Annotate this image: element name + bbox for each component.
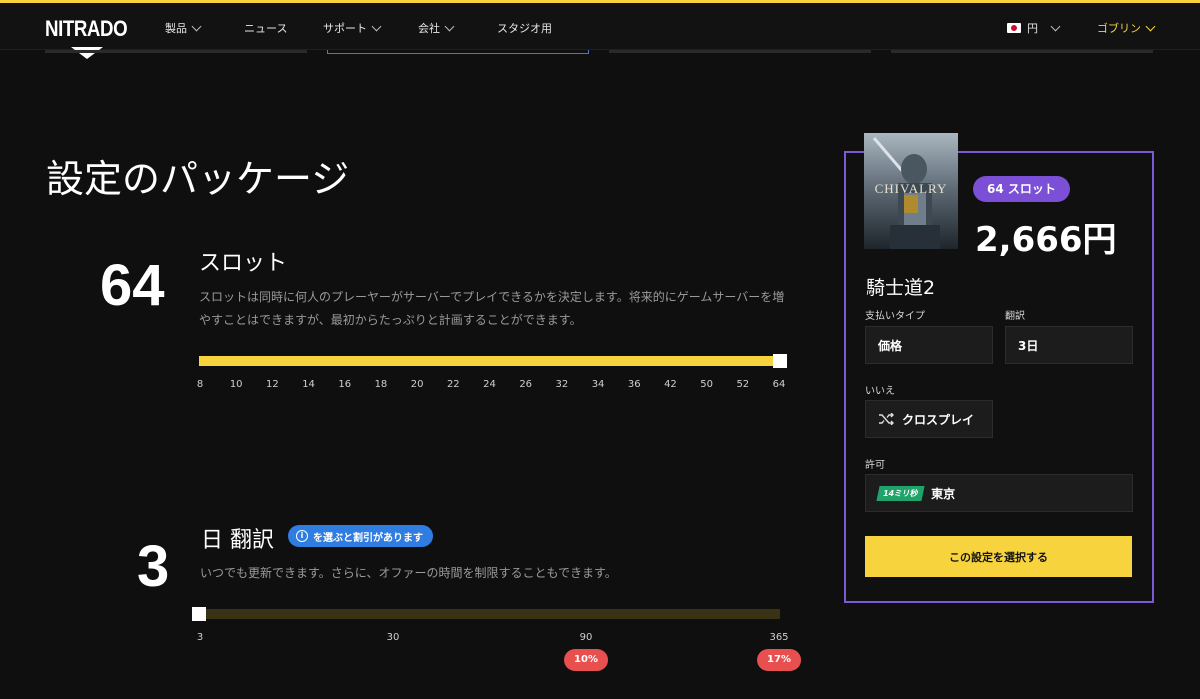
nav-item-support[interactable]: サポート bbox=[323, 20, 382, 36]
nav-item-label: 会社 bbox=[418, 22, 440, 35]
slots-tick-label[interactable]: 24 bbox=[483, 379, 496, 390]
user-name: ゴブリン bbox=[1097, 22, 1141, 35]
days-count-display: 3 bbox=[137, 534, 170, 599]
slot-count-display: 64 bbox=[100, 253, 165, 318]
currency-selector[interactable]: 円 bbox=[1007, 20, 1061, 36]
slots-description: スロットは同時に何人のプレーヤーがサーバーでプレイできるかを決定します。将来的に… bbox=[199, 286, 799, 332]
nitrado-logo[interactable]: NITRADO bbox=[45, 16, 128, 42]
nav-item-label: ニュース bbox=[244, 22, 288, 35]
slots-tick-label[interactable]: 10 bbox=[230, 379, 243, 390]
duration-label: 翻訳 bbox=[1005, 311, 1025, 322]
slots-tick-label[interactable]: 22 bbox=[447, 379, 460, 390]
slots-tick-label[interactable]: 20 bbox=[411, 379, 424, 390]
slots-tick-label[interactable]: 36 bbox=[628, 379, 641, 390]
category-card[interactable] bbox=[891, 50, 1153, 53]
slots-description-line: やすことはできますが、最初からたっぷりと計画することができます。 bbox=[199, 313, 582, 327]
location-value: 東京 bbox=[931, 486, 956, 501]
category-card[interactable] bbox=[609, 50, 871, 53]
slot-count-badge: 64 スロット bbox=[973, 176, 1070, 202]
days-tick-label[interactable]: 365 bbox=[769, 632, 788, 643]
days-slider-track[interactable] bbox=[199, 609, 780, 619]
slots-tick-label[interactable]: 50 bbox=[700, 379, 713, 390]
slots-heading: スロット bbox=[199, 251, 288, 276]
payment-type-label: 支払いタイプ bbox=[865, 311, 925, 322]
days-heading: 日 翻訳 bbox=[201, 528, 274, 553]
slots-slider-track[interactable] bbox=[199, 356, 780, 366]
game-name: 騎士道2 bbox=[866, 277, 936, 299]
days-tick-label[interactable]: 90 bbox=[580, 632, 593, 643]
location-field[interactable]: 14ミリ秒 東京 bbox=[865, 474, 1133, 512]
top-navigation: NITRADO 製品 ニュース サポート 会社 スタジオ用 円 ゴブリン bbox=[0, 3, 1200, 50]
duration-value: 3日 bbox=[1018, 338, 1039, 353]
discount-info-badge[interactable]: i を選ぶと割引があります bbox=[288, 525, 433, 547]
slots-tick-label[interactable]: 14 bbox=[302, 379, 315, 390]
payment-type-field[interactable]: 価格 bbox=[865, 326, 993, 364]
crossplay-label: いいえ bbox=[865, 386, 895, 397]
days-tick-label[interactable]: 3 bbox=[197, 632, 203, 643]
slots-tick-label[interactable]: 16 bbox=[338, 379, 351, 390]
slots-tick-label[interactable]: 8 bbox=[197, 379, 203, 390]
chevron-down-icon bbox=[1050, 21, 1061, 31]
game-cover-image: CHIVALRY bbox=[864, 133, 958, 249]
discount-info-text: を選ぶと割引があります bbox=[313, 532, 423, 544]
chevron-down-icon bbox=[1145, 21, 1156, 31]
page-title: 設定のパッケージ bbox=[46, 157, 350, 201]
crossplay-field[interactable]: クロスプレイ bbox=[865, 400, 993, 438]
category-card-selected[interactable] bbox=[327, 50, 589, 54]
payment-type-value: 価格 bbox=[878, 338, 903, 353]
logo-indicator-caret bbox=[71, 47, 103, 59]
nav-item-label: 製品 bbox=[165, 22, 187, 35]
discount-badge-365: 17% bbox=[757, 649, 801, 671]
user-menu[interactable]: ゴブリン bbox=[1097, 20, 1156, 36]
cover-title-text: CHIVALRY bbox=[874, 181, 948, 196]
duration-field[interactable]: 3日 bbox=[1005, 326, 1133, 364]
crossplay-value: クロスプレイ bbox=[902, 412, 975, 427]
nav-item-label: サポート bbox=[323, 22, 367, 35]
slots-slider-handle[interactable] bbox=[773, 354, 787, 368]
nav-item-label: スタジオ用 bbox=[497, 22, 552, 35]
nav-item-studio[interactable]: スタジオ用 bbox=[497, 20, 552, 36]
days-tick-label[interactable]: 30 bbox=[387, 632, 400, 643]
chevron-down-icon bbox=[191, 21, 202, 31]
slots-tick-label[interactable]: 18 bbox=[375, 379, 388, 390]
currency-label: 円 bbox=[1027, 22, 1038, 35]
slots-tick-label[interactable]: 34 bbox=[592, 379, 605, 390]
nav-item-products[interactable]: 製品 bbox=[165, 20, 202, 36]
info-icon: i bbox=[296, 530, 308, 542]
slots-tick-label[interactable]: 64 bbox=[773, 379, 786, 390]
slots-tick-label[interactable]: 42 bbox=[664, 379, 677, 390]
nav-item-news[interactable]: ニュース bbox=[244, 20, 287, 36]
total-price: 2,666円 bbox=[975, 220, 1117, 260]
slots-tick-label[interactable]: 52 bbox=[736, 379, 749, 390]
slots-tick-label[interactable]: 32 bbox=[556, 379, 569, 390]
ping-badge: 14ミリ秒 bbox=[876, 485, 925, 501]
japan-flag-icon bbox=[1007, 23, 1021, 33]
slots-tick-label[interactable]: 12 bbox=[266, 379, 279, 390]
chevron-down-icon bbox=[371, 21, 382, 31]
chevron-down-icon bbox=[444, 21, 455, 31]
days-slider-handle[interactable] bbox=[192, 607, 206, 621]
slots-tick-label[interactable]: 26 bbox=[519, 379, 532, 390]
category-card[interactable] bbox=[45, 50, 307, 53]
shuffle-icon bbox=[879, 413, 894, 425]
select-configuration-button[interactable]: この設定を選択する bbox=[865, 536, 1132, 577]
nav-item-company[interactable]: 会社 bbox=[418, 20, 455, 36]
days-description: いつでも更新できます。さらに、オファーの時間を制限することもできます。 bbox=[200, 566, 617, 580]
discount-badge-90: 10% bbox=[564, 649, 608, 671]
location-label: 許可 bbox=[865, 460, 885, 471]
slots-description-line: スロットは同時に何人のプレーヤーがサーバーでプレイできるかを決定します。将来的に… bbox=[199, 290, 785, 304]
